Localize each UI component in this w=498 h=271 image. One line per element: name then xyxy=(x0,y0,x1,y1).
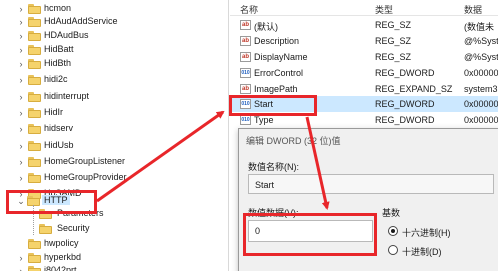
arrow-to-value-data xyxy=(305,116,330,210)
arrow-to-start-value xyxy=(96,110,225,203)
annotation-arrows xyxy=(96,110,330,210)
